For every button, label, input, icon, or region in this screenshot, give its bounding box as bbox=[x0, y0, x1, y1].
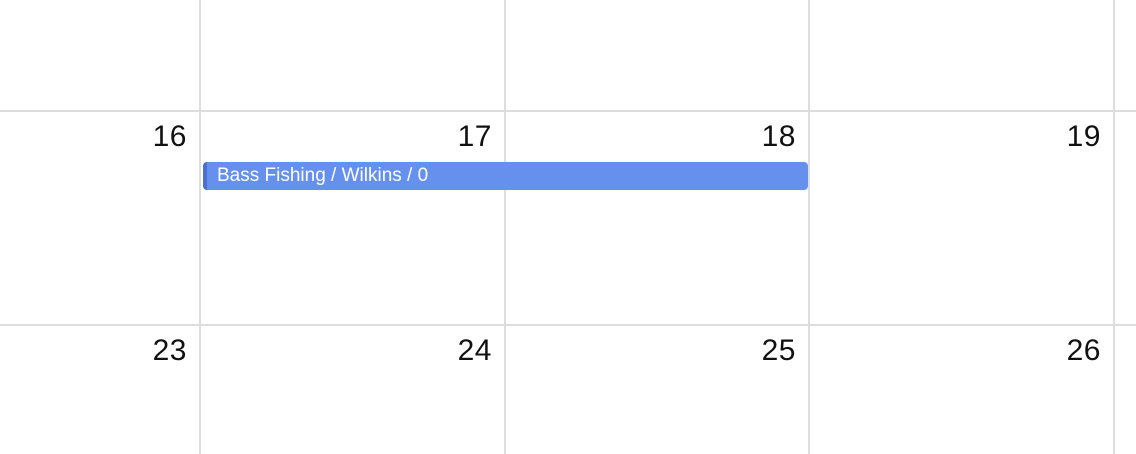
week-row: 23 24 25 26 bbox=[0, 326, 1136, 454]
day-cell[interactable] bbox=[506, 0, 808, 110]
week-row: 16 17 18 19 Bass Fishing / Wilkins / 0 bbox=[0, 112, 1136, 324]
day-cell[interactable] bbox=[0, 0, 199, 110]
day-number: 24 bbox=[457, 334, 492, 367]
calendar-event[interactable]: Bass Fishing / Wilkins / 0 bbox=[203, 162, 808, 190]
day-cell-23[interactable]: 23 bbox=[0, 326, 199, 454]
day-number: 17 bbox=[457, 120, 492, 153]
day-cell-18[interactable]: 18 bbox=[506, 112, 808, 324]
month-calendar-grid: 16 17 18 19 Bass Fishing / Wilkins / 0 2… bbox=[0, 0, 1136, 454]
day-number: 19 bbox=[1066, 120, 1101, 153]
day-number: 18 bbox=[761, 120, 796, 153]
day-number: 26 bbox=[1066, 334, 1101, 367]
day-cell-19[interactable]: 19 bbox=[810, 112, 1113, 324]
day-cell[interactable] bbox=[810, 0, 1113, 110]
day-cell-25[interactable]: 25 bbox=[506, 326, 808, 454]
day-number: 25 bbox=[761, 334, 796, 367]
day-cell-24[interactable]: 24 bbox=[201, 326, 504, 454]
day-cell-17[interactable]: 17 bbox=[201, 112, 504, 324]
day-cell[interactable] bbox=[201, 0, 504, 110]
week-row bbox=[0, 0, 1136, 110]
day-cell-26[interactable]: 26 bbox=[810, 326, 1113, 454]
day-cell-16[interactable]: 16 bbox=[0, 112, 199, 324]
day-number: 16 bbox=[152, 120, 187, 153]
day-number: 23 bbox=[152, 334, 187, 367]
